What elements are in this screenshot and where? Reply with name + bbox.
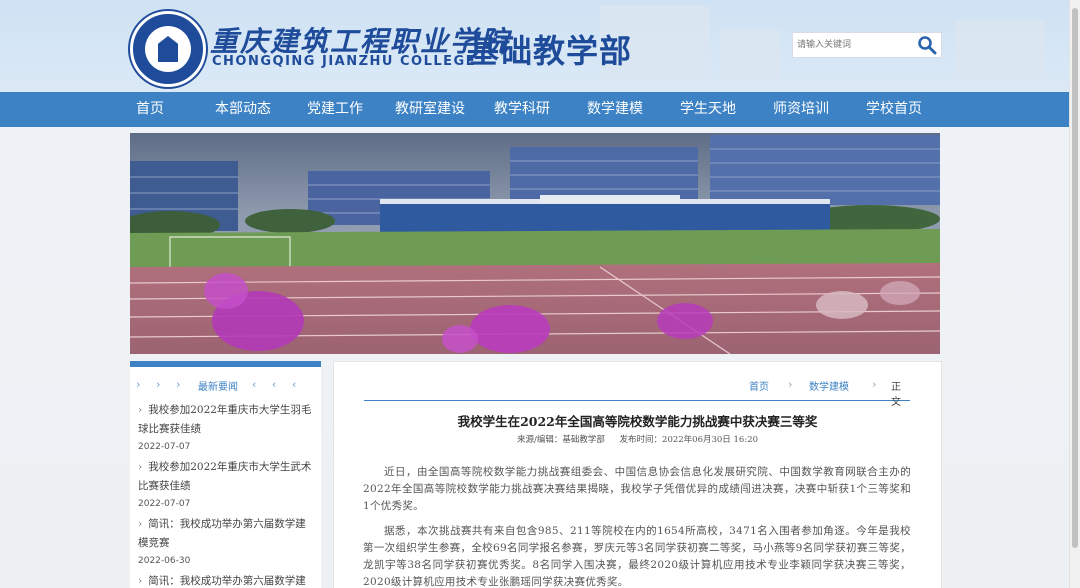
chevron-left-icon: ‹ [272, 378, 277, 391]
article-paragraph: 近日，由全国高等院校数学能力挑战赛组委会、中国信息协会信息化发展研究院、中国数学… [363, 466, 911, 512]
sidebar-accent-bar [130, 361, 321, 367]
sidebar: › › › 最新要闻 ‹ ‹ ‹ › 我校参加2022年重庆市大学生羽毛球比赛获佳… [130, 361, 321, 588]
news-title[interactable]: › 我校参加2022年重庆市大学生羽毛球比赛获佳绩 [138, 401, 313, 439]
news-item[interactable]: › 简讯：我校成功举办第六届数学建模竞赛 2022-06-30 [138, 515, 313, 566]
search-box [792, 32, 942, 58]
scrollbar-thumb[interactable] [1072, 8, 1078, 548]
nav-item-home[interactable]: 首页 [122, 92, 178, 127]
nav-item-school-home[interactable]: 学校首页 [859, 92, 929, 127]
magnifier-icon[interactable] [917, 35, 937, 55]
site-header: 重庆建筑工程职业学院 CHONGQING JIANZHU COLLEGE 基础教… [0, 0, 1070, 92]
news-title[interactable]: › 简讯：我校成功举办第六届数学建模竞赛 [138, 515, 313, 553]
news-date: 2022-06-30 [138, 556, 191, 566]
page: 重庆建筑工程职业学院 CHONGQING JIANZHU COLLEGE 基础教… [0, 0, 1070, 588]
school-name-en: CHONGQING JIANZHU COLLEGE [212, 54, 477, 69]
college-seal-icon[interactable] [130, 11, 206, 87]
chevron-right-icon: › [176, 378, 181, 391]
nav-item-students[interactable]: 学生天地 [673, 92, 743, 127]
article-body: 近日，由全国高等院校数学能力挑战赛组委会、中国信息协会信息化发展研究院、中国数学… [363, 464, 911, 588]
chevron-right-icon: › [136, 378, 141, 391]
article-title: 我校学生在2022年全国高等院校数学能力挑战赛中获决赛三等奖 [457, 414, 818, 429]
article-meta: 来源/编辑：基础教学部 发布时间：2022年06月30日 16:20 [334, 433, 941, 445]
chevron-right-icon: › [138, 461, 143, 473]
article-published: 发布时间：2022年06月30日 16:20 [619, 435, 759, 445]
news-title-text[interactable]: 简讯：我校成功举办第六届数学建模竞赛 [138, 518, 306, 549]
main-nav: 首页 本部动态 党建工作 教研室建设 教学科研 数学建模 学生天地 师资培训 学… [0, 92, 1070, 127]
news-item[interactable]: › 我校参加2022年重庆市大学生羽毛球比赛获佳绩 2022-07-07 [138, 401, 313, 452]
vertical-scrollbar[interactable] [1069, 0, 1080, 588]
news-title[interactable]: › 我校参加2022年重庆市大学生武术比赛获佳绩 [138, 458, 313, 496]
news-title[interactable]: › 简讯：我校成功举办第六届数学建 [138, 572, 313, 588]
chevron-right-icon: › [788, 378, 793, 391]
department-title: 基础教学部 [467, 32, 633, 70]
breadcrumb-section[interactable]: 数学建模 [809, 378, 849, 393]
nav-item-news[interactable]: 本部动态 [208, 92, 278, 127]
news-item[interactable]: › 简讯：我校成功举办第六届数学建 [138, 572, 313, 588]
chevron-left-icon: ‹ [252, 378, 257, 391]
nav-item-modeling[interactable]: 数学建模 [580, 92, 650, 127]
breadcrumb: 首页 › 数学建模 › 正文 [364, 372, 910, 408]
breadcrumb-home[interactable]: 首页 [749, 378, 769, 393]
news-title-text[interactable]: 简讯：我校成功举办第六届数学建 [148, 575, 306, 587]
chevron-right-icon: › [138, 404, 143, 416]
news-title-text[interactable]: 我校参加2022年重庆市大学生武术比赛获佳绩 [138, 461, 311, 492]
chevron-right-icon: › [138, 575, 143, 587]
news-date: 2022-07-07 [138, 442, 191, 452]
sidebar-title: 最新要闻 [198, 382, 238, 393]
campus-banner [130, 133, 940, 354]
chevron-right-icon: › [138, 518, 143, 530]
header-building-decoration [720, 30, 780, 86]
article-panel: 首页 › 数学建模 › 正文 我校学生在2022年全国高等院校数学能力挑战赛中获… [333, 361, 942, 588]
nav-item-research[interactable]: 教学科研 [487, 92, 557, 127]
nav-item-training[interactable]: 师资培训 [766, 92, 836, 127]
chevron-right-icon: › [156, 378, 161, 391]
search-input[interactable] [793, 33, 915, 57]
chevron-right-icon: › [872, 378, 877, 391]
article-source: 来源/编辑：基础教学部 [516, 435, 605, 445]
article-paragraph: 据悉，本次挑战赛共有来自包含985、211等院校在内的1654所高校，3471名… [363, 525, 911, 588]
nav-item-party[interactable]: 党建工作 [300, 92, 370, 127]
breadcrumb-current: 正文 [891, 382, 901, 408]
nav-item-teaching-office[interactable]: 教研室建设 [388, 92, 472, 127]
news-item[interactable]: › 我校参加2022年重庆市大学生武术比赛获佳绩 2022-07-07 [138, 458, 313, 509]
news-title-text[interactable]: 我校参加2022年重庆市大学生羽毛球比赛获佳绩 [138, 404, 311, 435]
news-date: 2022-07-07 [138, 499, 191, 509]
campus-photo-image [130, 133, 940, 354]
chevron-left-icon: ‹ [292, 378, 297, 391]
header-building-decoration [955, 20, 1045, 86]
sidebar-header: › › › 最新要闻 ‹ ‹ ‹ [130, 375, 321, 399]
